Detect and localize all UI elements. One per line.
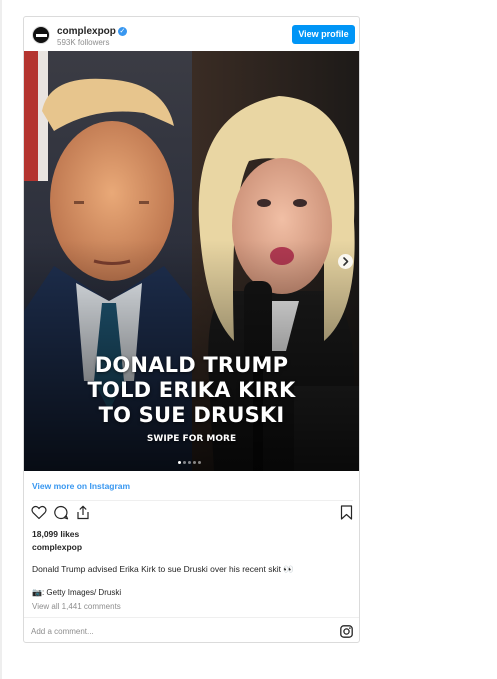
instagram-embed-card: complexpop✓ 593K followers View profile xyxy=(23,16,360,643)
page-edge xyxy=(0,0,2,679)
share-icon[interactable] xyxy=(75,505,91,525)
view-profile-button[interactable]: View profile xyxy=(292,25,355,44)
post-media-carousel[interactable]: DONALD TRUMP TOLD ERIKA KIRK TO SUE DRUS… xyxy=(24,51,359,471)
avatar[interactable] xyxy=(32,26,50,44)
caption-username[interactable]: complexpop xyxy=(32,542,82,552)
like-count[interactable]: 18,099 likes xyxy=(32,529,79,539)
headline-line: TOLD ERIKA KIRK xyxy=(87,378,296,402)
follower-count: 593K followers xyxy=(57,38,110,47)
divider xyxy=(32,500,353,501)
headline-overlay: DONALD TRUMP TOLD ERIKA KIRK TO SUE DRUS… xyxy=(24,353,359,428)
view-more-link[interactable]: View more on Instagram xyxy=(32,481,130,491)
carousel-dot xyxy=(198,461,201,464)
verified-badge-icon: ✓ xyxy=(117,27,127,36)
post-header: complexpop ✓ 593K followers View profile xyxy=(24,17,359,51)
caption-text: Donald Trump advised Erika Kirk to sue D… xyxy=(32,564,294,574)
instagram-icon[interactable] xyxy=(340,625,353,642)
carousel-dot xyxy=(183,461,186,464)
username-row[interactable]: complexpop ✓ xyxy=(57,26,127,37)
avatar-logo xyxy=(36,34,47,37)
headline-line: TO SUE DRUSKI xyxy=(98,403,285,427)
carousel-dot xyxy=(193,461,196,464)
carousel-dots xyxy=(178,461,208,465)
comment-input[interactable] xyxy=(30,624,321,638)
photo-credit: 📷: Getty Images/ Druski xyxy=(32,588,122,597)
view-all-comments-link[interactable]: View all 1,441 comments xyxy=(32,602,121,611)
action-bar xyxy=(24,505,359,527)
carousel-dot xyxy=(188,461,191,464)
bookmark-icon[interactable] xyxy=(340,505,353,525)
username[interactable]: complexpop xyxy=(57,26,116,37)
carousel-dot xyxy=(178,461,181,464)
comment-icon[interactable] xyxy=(53,505,69,525)
swipe-prompt: SWIPE FOR MORE xyxy=(146,434,237,444)
heart-icon[interactable] xyxy=(31,505,47,525)
comment-bar xyxy=(24,617,359,642)
headline-line: DONALD TRUMP xyxy=(94,353,289,377)
chevron-right-icon[interactable] xyxy=(338,254,353,269)
